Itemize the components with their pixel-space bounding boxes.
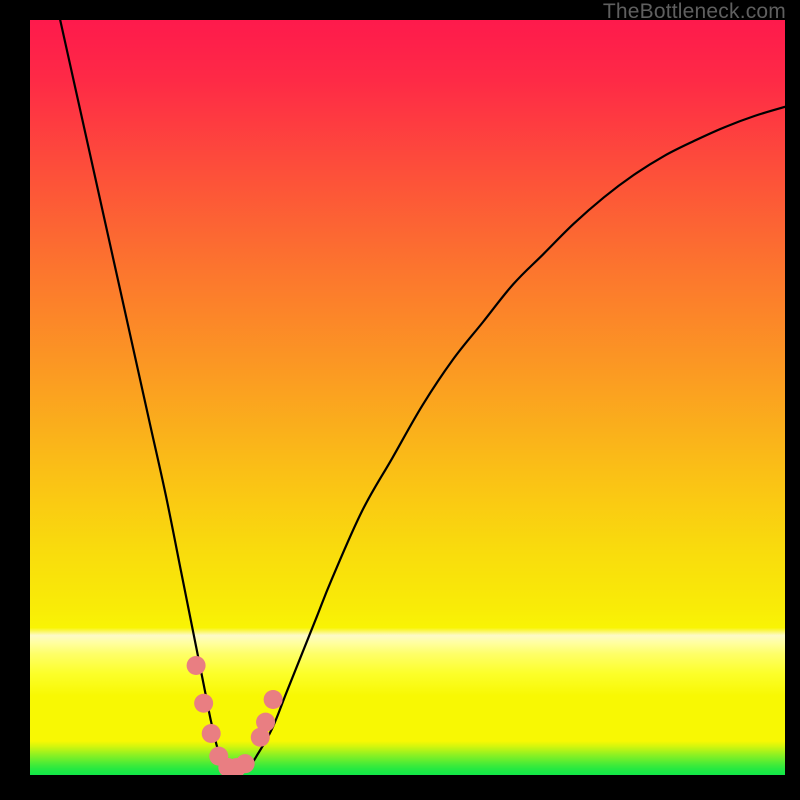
plot-area bbox=[30, 20, 785, 775]
chart-frame: TheBottleneck.com bbox=[0, 0, 800, 800]
curve-marker bbox=[256, 713, 275, 732]
curve-marker bbox=[202, 724, 221, 743]
curve-marker bbox=[264, 690, 283, 709]
curve-marker bbox=[194, 694, 213, 713]
plot-svg bbox=[30, 20, 785, 775]
curve-marker bbox=[187, 656, 206, 675]
curve-marker bbox=[236, 754, 255, 773]
watermark-text: TheBottleneck.com bbox=[603, 0, 786, 24]
